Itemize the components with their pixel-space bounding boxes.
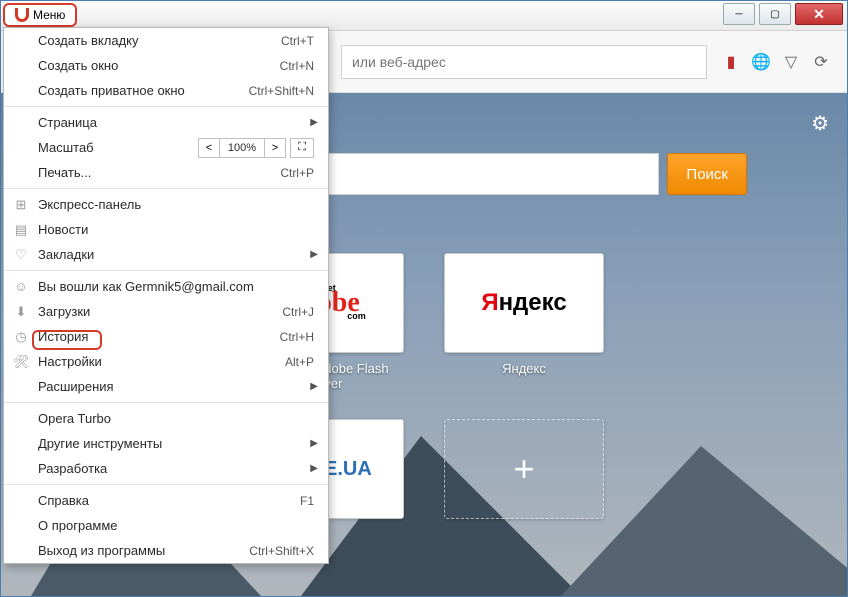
chevron-right-icon: ▶ bbox=[310, 463, 318, 474]
heart-icon: ♡ bbox=[13, 247, 29, 263]
zoom-in-button[interactable]: > bbox=[264, 138, 286, 158]
close-button[interactable]: ✕ bbox=[795, 3, 843, 25]
zoom-out-button[interactable]: < bbox=[198, 138, 220, 158]
fullscreen-button[interactable]: ⛶ bbox=[290, 138, 314, 158]
chevron-right-icon: ▶ bbox=[310, 249, 318, 260]
menu-developer[interactable]: Разработка▶ bbox=[4, 456, 328, 481]
plus-icon[interactable]: + bbox=[444, 419, 604, 519]
chevron-right-icon: ▶ bbox=[310, 117, 318, 128]
address-input[interactable] bbox=[341, 45, 707, 79]
menu-zoom[interactable]: Масштаб < 100% > ⛶ bbox=[4, 135, 328, 160]
search-button[interactable]: Поиск bbox=[667, 153, 747, 195]
menu-new-tab[interactable]: Создать вкладкуCtrl+T bbox=[4, 28, 328, 53]
download-icon: ⬇ bbox=[13, 304, 29, 320]
shield-icon[interactable]: ▽ bbox=[781, 52, 801, 72]
menu-about[interactable]: О программе bbox=[4, 513, 328, 538]
menu-speed-dial[interactable]: ⊞Экспресс-панель bbox=[4, 192, 328, 217]
grid-icon: ⊞ bbox=[13, 197, 29, 213]
menu-history[interactable]: ◷ИсторияCtrl+H bbox=[4, 324, 328, 349]
maximize-button[interactable]: ▢ bbox=[759, 3, 791, 25]
opera-icon bbox=[15, 8, 29, 22]
menu-new-window[interactable]: Создать окноCtrl+N bbox=[4, 53, 328, 78]
menu-extensions[interactable]: Расширения▶ bbox=[4, 374, 328, 399]
menu-turbo[interactable]: Opera Turbo bbox=[4, 406, 328, 431]
tile-yandex[interactable]: Яндекс Яндекс bbox=[444, 253, 604, 391]
main-menu-dropdown: Создать вкладкуCtrl+T Создать окноCtrl+N… bbox=[3, 27, 329, 564]
wrench-icon: 🛠 bbox=[13, 354, 29, 370]
zoom-control: < 100% > ⛶ bbox=[198, 138, 314, 158]
globe-icon[interactable]: 🌐 bbox=[751, 52, 771, 72]
menu-exit[interactable]: Выход из программыCtrl+Shift+X bbox=[4, 538, 328, 563]
menu-page[interactable]: Страница▶ bbox=[4, 110, 328, 135]
menu-news[interactable]: ▤Новости bbox=[4, 217, 328, 242]
main-menu-button[interactable]: Меню bbox=[3, 3, 77, 27]
menu-help[interactable]: СправкаF1 bbox=[4, 488, 328, 513]
tile-label: Яндекс bbox=[444, 361, 604, 376]
tile-add[interactable]: + bbox=[444, 419, 604, 527]
menu-signed-in[interactable]: ☺Вы вошли как Germnik5@gmail.com bbox=[4, 274, 328, 299]
chevron-right-icon: ▶ bbox=[310, 438, 318, 449]
chevron-right-icon: ▶ bbox=[310, 381, 318, 392]
menu-other-tools[interactable]: Другие инструменты▶ bbox=[4, 431, 328, 456]
menu-print[interactable]: Печать...Ctrl+P bbox=[4, 160, 328, 185]
zoom-value: 100% bbox=[220, 138, 264, 158]
gear-icon[interactable]: ⚙ bbox=[811, 111, 829, 136]
minimize-button[interactable]: ─ bbox=[723, 3, 755, 25]
user-icon: ☺ bbox=[13, 279, 29, 294]
menu-settings[interactable]: 🛠НастройкиAlt+P bbox=[4, 349, 328, 374]
toolbar-icons: ▮ 🌐 ▽ ⟳ bbox=[715, 52, 837, 72]
main-menu-label: Меню bbox=[33, 8, 65, 22]
clock-icon: ◷ bbox=[13, 329, 29, 345]
address-bar[interactable] bbox=[341, 45, 707, 79]
menu-downloads[interactable]: ⬇ЗагрузкиCtrl+J bbox=[4, 299, 328, 324]
bookmark-icon[interactable]: ▮ bbox=[721, 52, 741, 72]
menu-bookmarks[interactable]: ♡Закладки▶ bbox=[4, 242, 328, 267]
news-icon: ▤ bbox=[13, 222, 29, 238]
menu-new-private-window[interactable]: Создать приватное окноCtrl+Shift+N bbox=[4, 78, 328, 103]
refresh-icon[interactable]: ⟳ bbox=[811, 52, 831, 72]
